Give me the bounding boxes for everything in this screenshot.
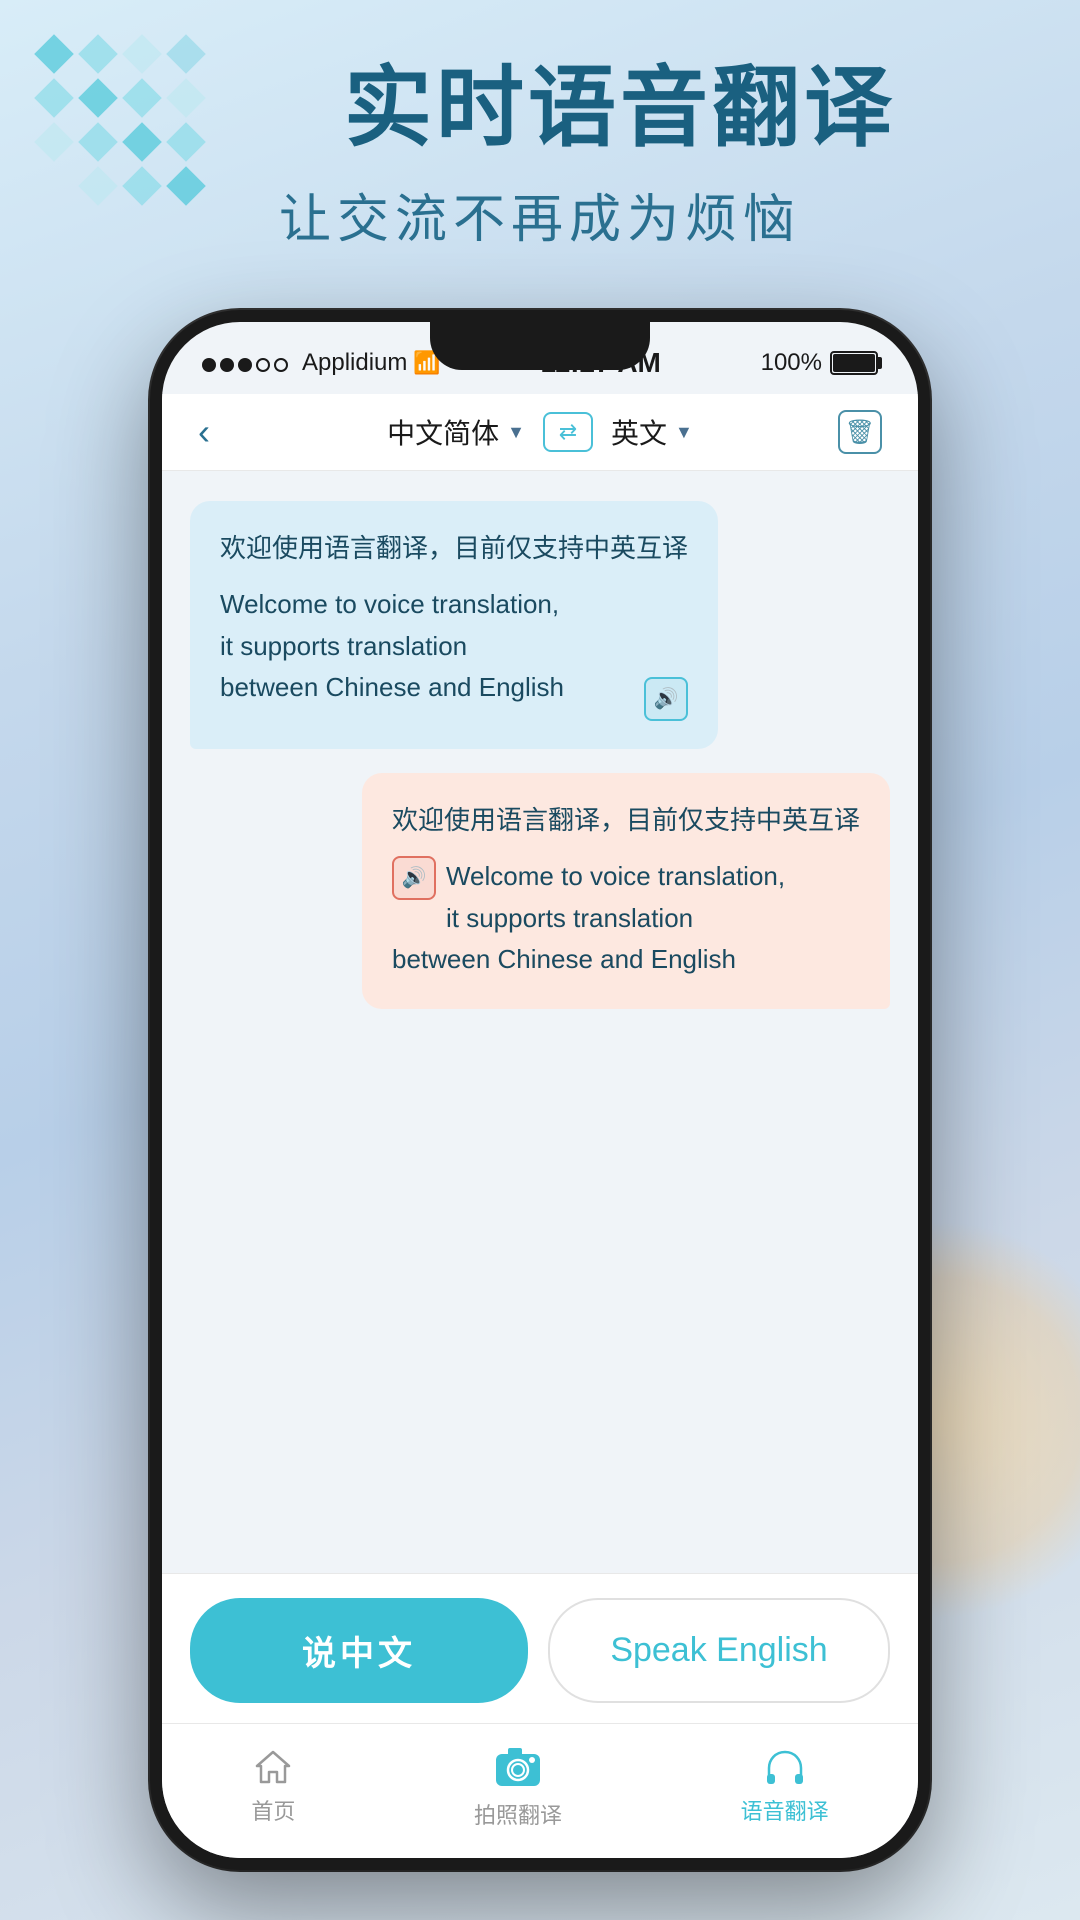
- carrier-name: Applidium: [302, 349, 407, 377]
- speaker-left-icon[interactable]: 🔊: [392, 856, 436, 900]
- signal-dots: [202, 348, 292, 379]
- back-button[interactable]: ‹: [198, 411, 248, 453]
- tab-home-label: 首页: [251, 1794, 295, 1826]
- message-right-chinese: 欢迎使用语言翻译，目前仅支持中英互译: [392, 801, 860, 840]
- swap-icon: ⇄: [559, 419, 577, 445]
- tab-voice-label: 语音翻译: [741, 1794, 829, 1826]
- phone-nav-bar: ‹ 中文简体 ▼ ⇄ 英文 ▼ 🗑: [162, 394, 918, 471]
- home-icon: [251, 1744, 295, 1788]
- message-left-english: Welcome to voice translation, it support…: [220, 584, 688, 709]
- battery-icon: [830, 351, 878, 375]
- target-language-selector[interactable]: 英文 ▼: [611, 412, 693, 452]
- trash-icon: 🗑: [845, 418, 875, 447]
- headphones-icon: [763, 1744, 807, 1788]
- phone-mockup: Applidium 📶 11:27 AM 100% ‹: [150, 310, 930, 1870]
- tab-bar: 首页 拍照翻译: [162, 1723, 918, 1858]
- status-left: Applidium 📶: [202, 348, 441, 379]
- speak-chinese-button[interactable]: 说中文: [190, 1598, 528, 1703]
- source-lang-arrow: ▼: [507, 422, 525, 443]
- delete-history-button[interactable]: 🗑: [838, 410, 882, 454]
- message-right-english: 🔊 Welcome to voice translation, it suppo…: [392, 856, 860, 981]
- speaker-right-icon[interactable]: 🔊: [644, 677, 688, 721]
- delete-history-area: 🗑: [832, 410, 882, 454]
- speak-buttons-row: 说中文 Speak English: [190, 1598, 890, 1703]
- chat-area: 欢迎使用语言翻译，目前仅支持中英互译 Welcome to voice tran…: [162, 471, 918, 1573]
- swap-languages-button[interactable]: ⇄: [543, 412, 593, 452]
- speak-buttons-area: 说中文 Speak English: [162, 1573, 918, 1723]
- message-left-chinese: 欢迎使用语言翻译，目前仅支持中英互译: [220, 529, 688, 568]
- tab-photo-label: 拍照翻译: [474, 1798, 562, 1830]
- battery-percent: 100%: [761, 349, 822, 377]
- speak-english-button[interactable]: Speak English: [548, 1598, 890, 1703]
- nav-center: 中文简体 ▼ ⇄ 英文 ▼: [248, 412, 832, 452]
- tab-photo-translate[interactable]: 拍照翻译: [474, 1740, 562, 1830]
- phone-notch: [430, 322, 650, 370]
- message-bubble-left: 欢迎使用语言翻译，目前仅支持中英互译 Welcome to voice tran…: [190, 501, 718, 749]
- title-area: 实时语音翻译 让交流不再成为烦恼: [0, 60, 1080, 252]
- phone-body: Applidium 📶 11:27 AM 100% ‹: [150, 310, 930, 1870]
- tab-voice-translate[interactable]: 语音翻译: [741, 1744, 829, 1826]
- subtitle: 让交流不再成为烦恼: [0, 177, 1080, 252]
- target-lang-arrow: ▼: [675, 422, 693, 443]
- source-language-selector[interactable]: 中文简体 ▼: [387, 412, 525, 452]
- phone-screen: Applidium 📶 11:27 AM 100% ‹: [162, 322, 918, 1858]
- message-bubble-right: 欢迎使用语言翻译，目前仅支持中英互译 🔊 Welcome to voice tr…: [362, 773, 890, 1009]
- target-language-label: 英文: [611, 412, 667, 452]
- source-language-label: 中文简体: [387, 412, 499, 452]
- camera-icon: [492, 1740, 544, 1792]
- main-title: 实时语音翻译: [0, 60, 1080, 157]
- status-right: 100%: [761, 349, 878, 377]
- tab-home[interactable]: 首页: [251, 1744, 295, 1826]
